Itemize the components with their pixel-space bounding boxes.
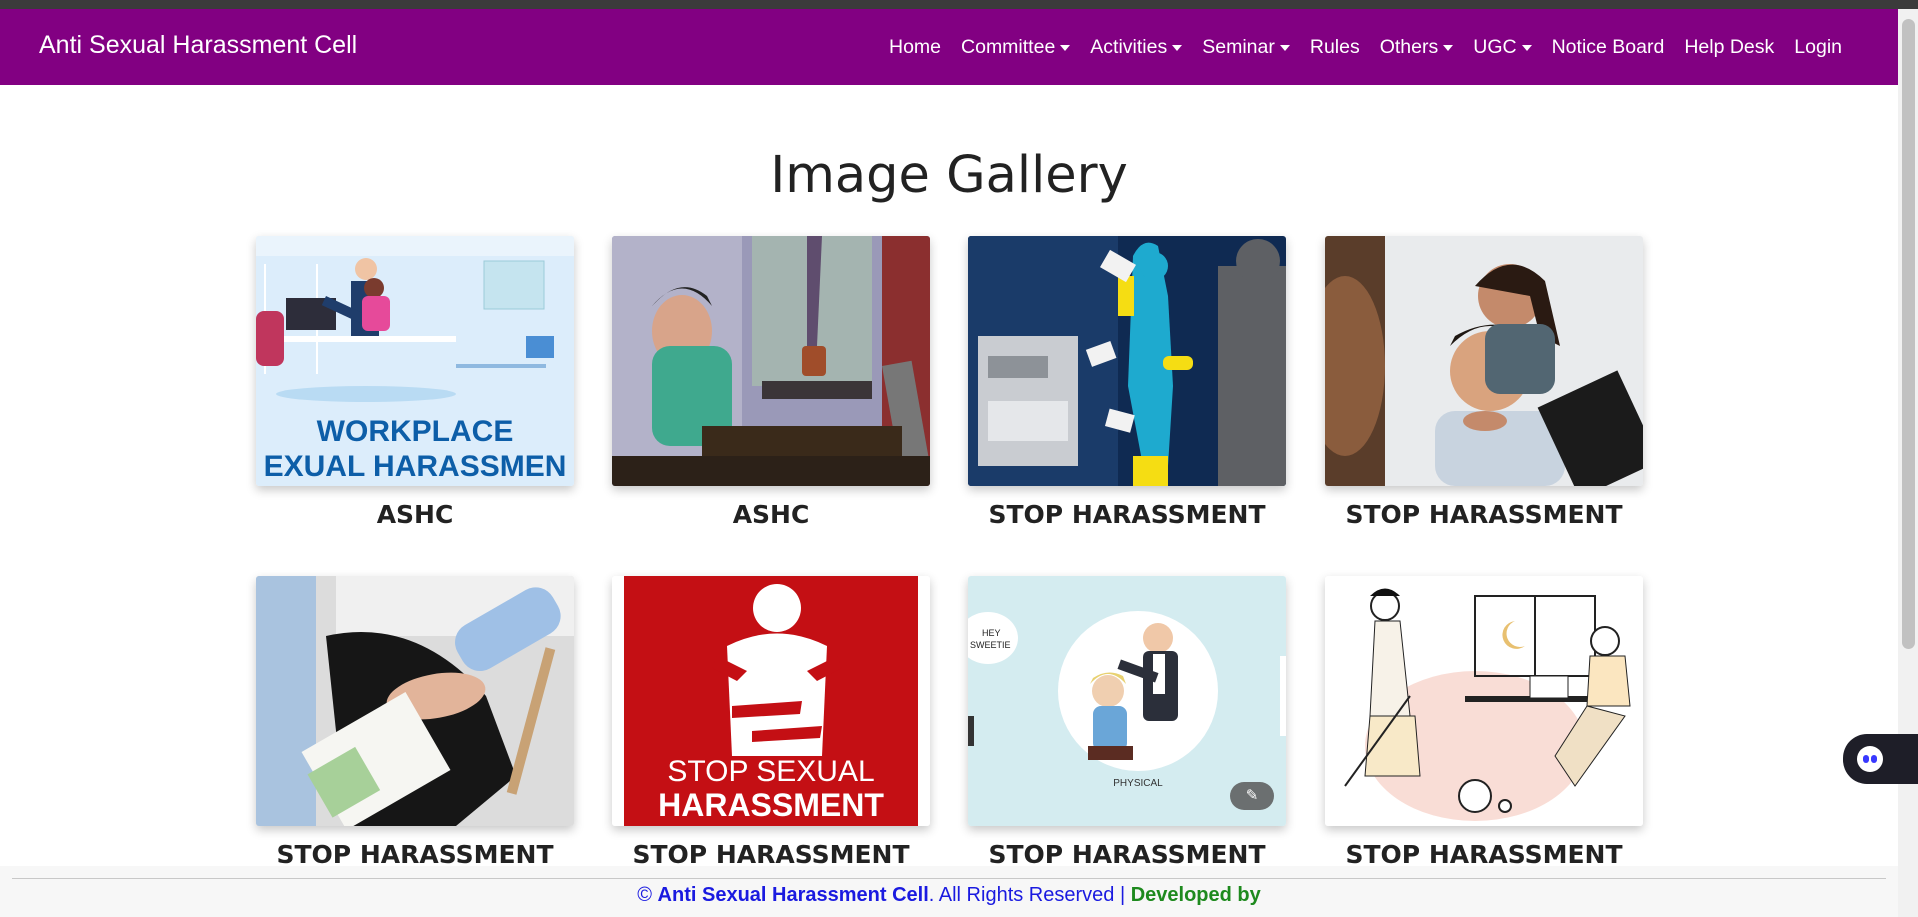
- gallery-caption: ASHC: [376, 500, 454, 529]
- page-title: Image Gallery: [770, 146, 1128, 205]
- caret-down-icon: [1521, 45, 1532, 51]
- gallery-caption: STOP HARASSMENT: [988, 500, 1266, 529]
- navbar: Anti Sexual Harassment Cell Home Committ…: [0, 9, 1898, 85]
- image-text-harassment: EXUAL HARASSMEN: [264, 450, 567, 483]
- nav-menu: Home Committee Activities Seminar Rules …: [879, 9, 1852, 85]
- office-photo: [1325, 236, 1643, 486]
- gallery-image-hand-knee[interactable]: [256, 576, 574, 826]
- caret-down-icon: [1279, 45, 1290, 51]
- poster-text-harassment: HARASSMENT: [658, 787, 884, 823]
- brand-link[interactable]: Anti Sexual Harassment Cell: [39, 31, 357, 60]
- vacuum-illustration: [1325, 576, 1643, 826]
- nav-help-desk[interactable]: Help Desk: [1674, 36, 1784, 59]
- nav-notice-board[interactable]: Notice Board: [1542, 36, 1675, 59]
- chat-widget-button[interactable]: [1843, 734, 1918, 784]
- chat-bot-eye-left: [1863, 755, 1869, 763]
- browser-top-strip: [0, 0, 1918, 9]
- nav-home[interactable]: Home: [879, 36, 951, 59]
- gallery-caption: ASHC: [732, 500, 810, 529]
- caret-down-icon: [1172, 45, 1183, 51]
- image-text-workplace: WORKPLACE: [317, 415, 514, 448]
- footer-developed-by[interactable]: Developed by: [1131, 884, 1261, 906]
- gallery-image-copier[interactable]: [968, 236, 1286, 486]
- copyright-symbol: ©: [637, 884, 652, 906]
- chat-bot-eye-right: [1871, 755, 1877, 763]
- gallery-image-office-photo[interactable]: [1325, 236, 1643, 486]
- chat-bot-icon: [1857, 746, 1883, 772]
- nav-activities[interactable]: Activities: [1080, 36, 1192, 59]
- gallery-image-vacuum[interactable]: [1325, 576, 1643, 826]
- caret-down-icon: [1443, 45, 1454, 51]
- nav-committee[interactable]: Committee: [951, 36, 1080, 59]
- image-text-physical: PHYSICAL: [1113, 778, 1163, 789]
- gallery-caption: STOP HARASSMENT: [1345, 500, 1623, 529]
- gallery-image-stop-sexual-harassment[interactable]: STOP SEXUAL HARASSMENT: [612, 576, 930, 826]
- gallery-image-workplace[interactable]: WORKPLACE EXUAL HARASSMEN: [256, 236, 574, 486]
- scrollbar-thumb[interactable]: [1902, 19, 1915, 649]
- nav-login[interactable]: Login: [1784, 36, 1852, 59]
- nav-seminar[interactable]: Seminar: [1192, 36, 1300, 59]
- bubble-text-hey: HEY: [982, 628, 1001, 638]
- office-woman-illustration: [612, 236, 930, 486]
- workplace-illustration: WORKPLACE EXUAL HARASSMEN: [256, 236, 574, 486]
- footer-divider: [12, 878, 1886, 879]
- nav-rules[interactable]: Rules: [1300, 36, 1370, 59]
- image-edit-button[interactable]: ✎: [1230, 782, 1274, 810]
- gallery-caption: STOP HARASSMENT: [988, 840, 1266, 869]
- footer: © Anti Sexual Harassment Cell. All Right…: [0, 866, 1898, 917]
- poster-text-stop-sexual: STOP SEXUAL: [667, 755, 874, 788]
- footer-rights-text: . All Rights Reserved |: [928, 884, 1126, 906]
- gallery-image-office-woman[interactable]: [612, 236, 930, 486]
- copier-illustration: [968, 236, 1286, 486]
- footer-text: © Anti Sexual Harassment Cell. All Right…: [0, 884, 1898, 907]
- footer-org-link[interactable]: Anti Sexual Harassment Cell: [658, 884, 929, 906]
- gallery-caption: STOP HARASSMENT: [632, 840, 910, 869]
- gallery-caption: STOP HARASSMENT: [276, 840, 554, 869]
- gallery-caption: STOP HARASSMENT: [1345, 840, 1623, 869]
- bubble-text-sweetie: SWEETIE: [970, 640, 1011, 650]
- nav-ugc[interactable]: UGC: [1463, 36, 1541, 59]
- stop-sexual-harassment-poster: STOP SEXUAL HARASSMENT: [612, 576, 930, 826]
- caret-down-icon: [1060, 45, 1071, 51]
- hand-knee-photo: [256, 576, 574, 826]
- nav-others[interactable]: Others: [1370, 36, 1464, 59]
